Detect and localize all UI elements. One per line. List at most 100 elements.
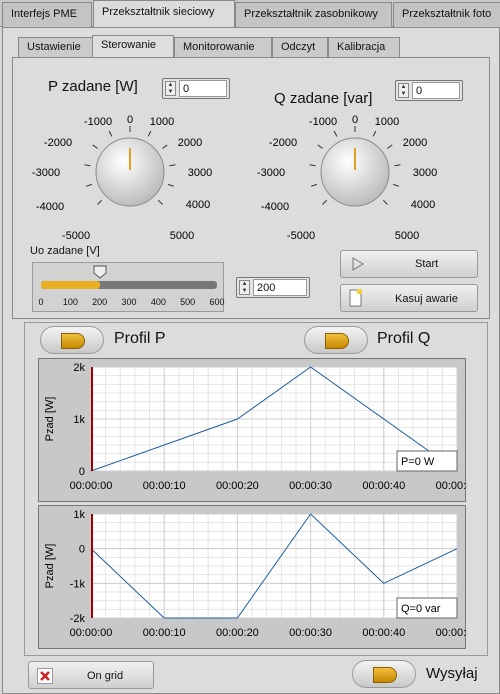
slider-tick-label: 500 xyxy=(180,297,196,307)
profile-q-toggle[interactable] xyxy=(304,326,368,354)
knob-scale-label: 2000 xyxy=(403,137,427,149)
y-axis-label: Pzad [W] xyxy=(44,544,56,589)
slider-tick-label: 400 xyxy=(150,297,166,307)
x-tick-label: 00:00:40 xyxy=(362,480,405,492)
slider-tick-label: 100 xyxy=(62,297,78,307)
on-grid-button[interactable]: On grid xyxy=(28,661,154,689)
x-tick-label: 00:00:10 xyxy=(143,480,186,492)
spin-arrows-icon[interactable]: ▲ ▼ xyxy=(398,83,409,98)
tab-kalibracja[interactable]: Kalibracja xyxy=(328,37,400,58)
knob-scale-label: -2000 xyxy=(44,137,72,149)
knob-scale-label: -3000 xyxy=(32,167,60,179)
x-tick-label: 00:00:00 xyxy=(70,480,113,492)
p-setpoint-label: P zadane [W] xyxy=(48,78,138,95)
close-x-icon xyxy=(37,668,53,684)
q-setpoint-value[interactable]: 0 xyxy=(412,82,460,99)
knob-tick xyxy=(92,144,98,149)
knob-scale-label: 4000 xyxy=(186,199,210,211)
x-tick-label: 00:00:20 xyxy=(216,627,259,639)
y-tick-label: -2k xyxy=(70,613,86,625)
knob-scale-label: -5000 xyxy=(287,230,315,242)
knob-tick xyxy=(157,199,163,205)
spin-arrows-icon[interactable]: ▲ ▼ xyxy=(165,81,176,96)
x-tick-label: 00:00:10 xyxy=(143,627,186,639)
knob-scale-label: 2000 xyxy=(178,137,202,149)
y-tick-label: 1k xyxy=(73,509,85,521)
spin-arrows-icon[interactable]: ▲ ▼ xyxy=(239,280,250,295)
x-tick-label: 00:00:30 xyxy=(289,627,332,639)
y-tick-label: 1k xyxy=(73,414,85,426)
slider-tick-label: 600 xyxy=(209,297,225,307)
knob-tick xyxy=(97,199,103,205)
knob-tick xyxy=(311,183,318,187)
knob-scale-label: -4000 xyxy=(261,201,289,213)
knob-tick xyxy=(108,130,113,137)
tab-przeksztaltnik-sieciowy[interactable]: Przekształtnik sieciowy xyxy=(93,0,235,28)
knob-scale-label: 1000 xyxy=(375,116,399,128)
knob-scale-label: 3000 xyxy=(413,167,437,179)
profile-p-chart[interactable]: 00:00:00 00:00:10 00:00:20 00:00:30 00:00:40… xyxy=(39,359,478,503)
led-indicator-icon xyxy=(373,667,397,683)
q-setpoint-input[interactable]: ▲ ▼ 0 xyxy=(395,80,463,101)
profile-p-toggle[interactable] xyxy=(40,326,104,354)
knob-tick xyxy=(394,164,401,167)
x-tick-label: 00:00:30 xyxy=(289,480,332,492)
p-setpoint-value[interactable]: 0 xyxy=(179,80,227,97)
uo-slider-fill xyxy=(41,281,100,289)
y-tick-label: 0 xyxy=(79,544,85,556)
reset-alarms-button[interactable]: Kasuj awarie xyxy=(340,284,478,312)
uo-setpoint-input[interactable]: ▲ ▼ 200 xyxy=(236,277,310,298)
knob-tick xyxy=(86,183,93,187)
x-tick-label: 00:00:50 xyxy=(436,480,467,492)
knob-tick xyxy=(147,130,152,137)
profile-q-chart[interactable]: 00:00:00 00:00:10 00:00:20 00:00:30 00:00:40… xyxy=(39,506,478,650)
uo-slider-frame: 0 100 200 300 400 500 600 xyxy=(32,262,225,312)
top-tab-bar: Interfejs PME Przekształtnik sieciowy Pr… xyxy=(0,0,500,28)
knob-tick xyxy=(309,164,316,167)
knob-scale-label: 3000 xyxy=(188,167,212,179)
knob-tick xyxy=(387,144,393,149)
q-setpoint-knob[interactable]: 0 -1000 1000 -2000 2000 -3000 3000 -4000… xyxy=(255,108,455,244)
knob-scale-label: -3000 xyxy=(257,167,285,179)
knob-scale-label: -4000 xyxy=(36,201,64,213)
knob-tick xyxy=(167,183,174,187)
y-tick-label: 2k xyxy=(73,362,85,374)
on-grid-label: On grid xyxy=(87,670,124,682)
knob-scale-label: 5000 xyxy=(395,230,419,242)
led-indicator-icon xyxy=(61,333,85,349)
play-icon xyxy=(352,257,364,271)
profile-p-chart-panel: 00:00:00 00:00:10 00:00:20 00:00:30 00:00:40… xyxy=(38,358,478,503)
knob-tick xyxy=(333,130,338,137)
tab-ustawienie[interactable]: Ustawienie xyxy=(18,37,94,58)
uo-setpoint-value[interactable]: 200 xyxy=(253,279,307,296)
x-tick-label: 00:00:50 xyxy=(436,627,467,639)
start-button-label: Start xyxy=(415,258,439,270)
document-icon xyxy=(349,289,362,307)
x-tick-label: 00:00:40 xyxy=(362,627,405,639)
reset-alarms-label: Kasuj awarie xyxy=(395,293,458,305)
y-tick-label: 0 xyxy=(79,466,85,478)
p-setpoint-knob[interactable]: 0 -1000 1000 -2000 2000 -3000 3000 -4000… xyxy=(30,108,230,244)
knob-scale-label: -5000 xyxy=(62,230,90,242)
tab-odczyt[interactable]: Odczyt xyxy=(272,37,328,58)
uo-slider-track[interactable] xyxy=(41,281,217,289)
send-label: Wysyłaj xyxy=(426,665,478,682)
tab-przeksztaltnik-foto[interactable]: Przekształtnik foto xyxy=(393,2,500,27)
x-tick-label: 00:00:20 xyxy=(216,480,259,492)
knob-scale-label: 4000 xyxy=(411,199,435,211)
uo-slider-thumb[interactable] xyxy=(93,265,107,279)
knob-tick xyxy=(169,164,176,167)
knob-scale-label: 5000 xyxy=(170,230,194,242)
tab-monitorowanie[interactable]: Monitorowanie xyxy=(174,37,272,58)
start-button[interactable]: Start xyxy=(340,250,478,278)
y-tick-label: -1k xyxy=(70,578,86,590)
knob-scale-label: 0 xyxy=(352,114,358,126)
tab-przeksztaltnik-zasobnikowy[interactable]: Przekształtnik zasobnikowy xyxy=(235,2,392,27)
tab-sterowanie[interactable]: Sterowanie xyxy=(92,35,174,59)
knob-tick xyxy=(382,199,388,205)
tab-interfejs-pme[interactable]: Interfejs PME xyxy=(2,2,92,27)
uo-setpoint-label: Uo zadane [V] xyxy=(30,245,100,257)
slider-tick-label: 300 xyxy=(121,297,137,307)
send-toggle[interactable] xyxy=(352,660,416,688)
p-setpoint-input[interactable]: ▲ ▼ 0 xyxy=(162,78,230,99)
